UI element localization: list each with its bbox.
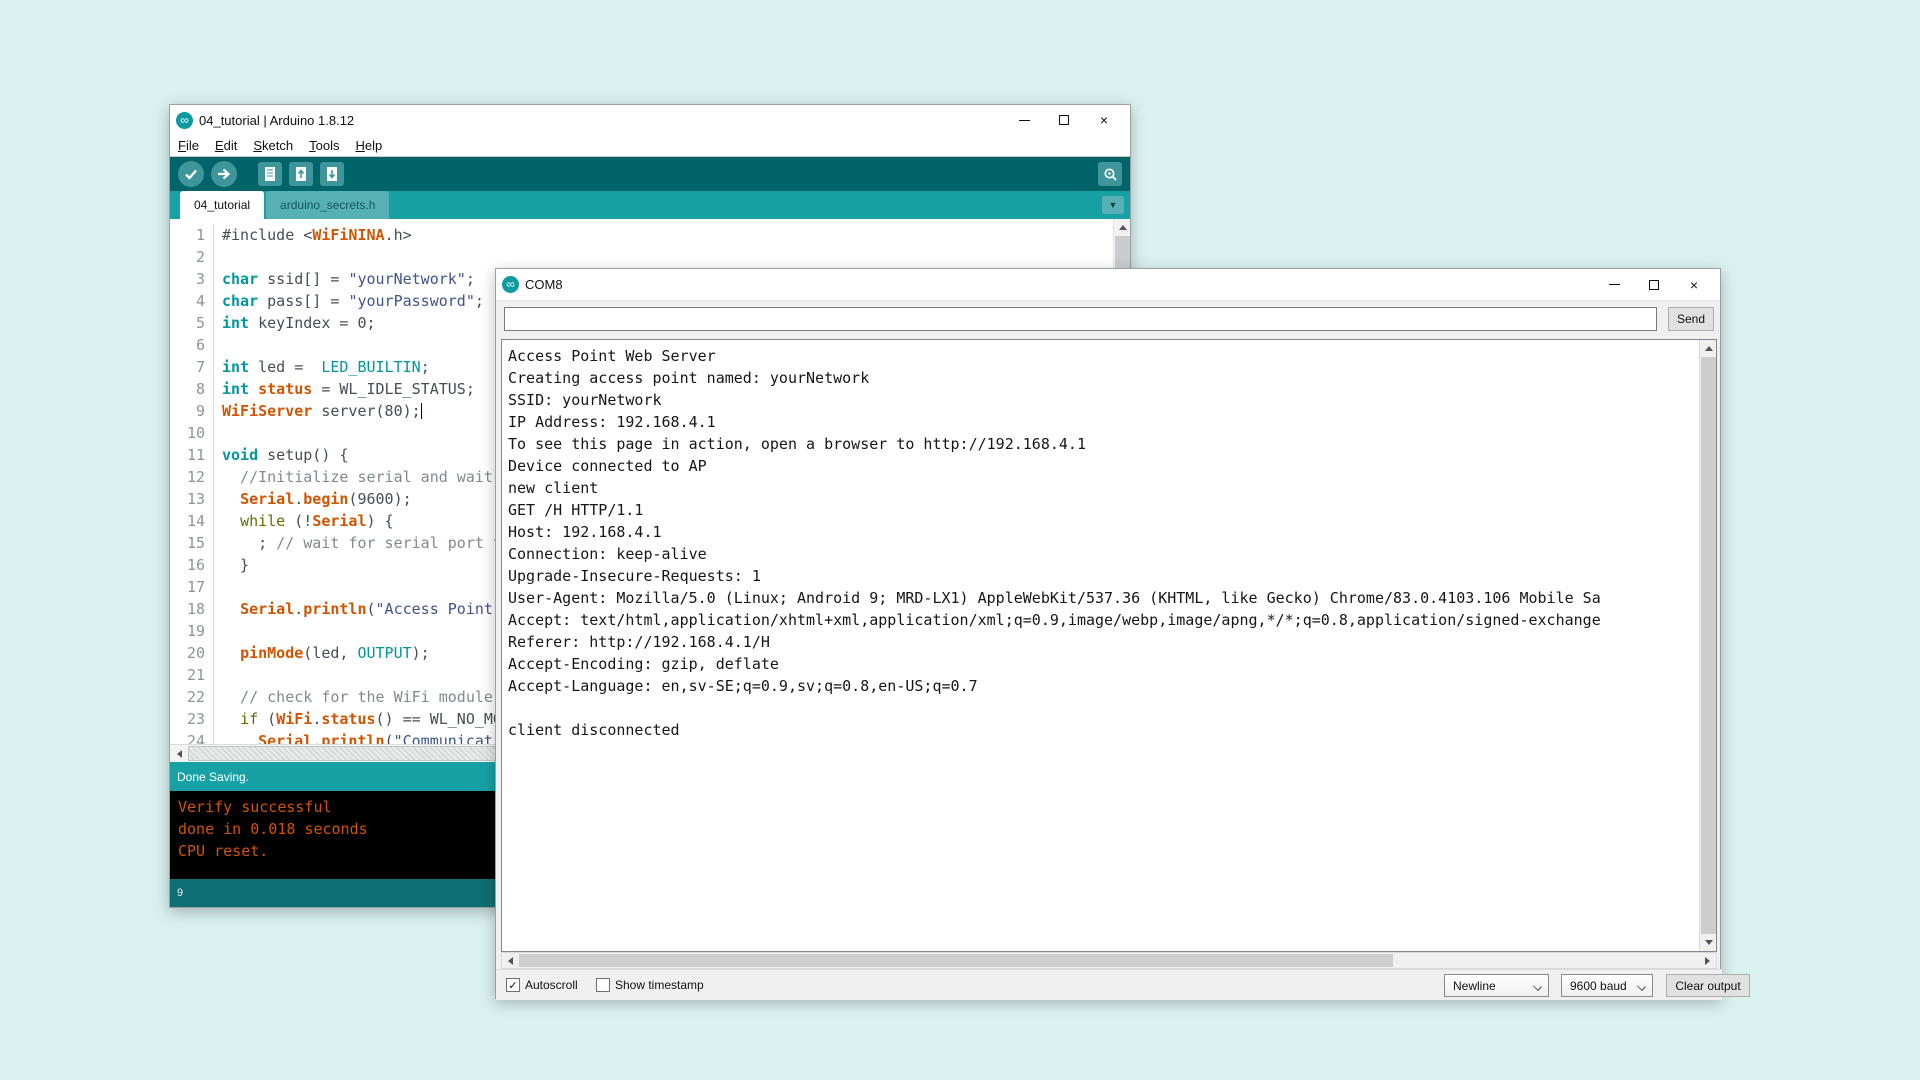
tab-list-dropdown-button[interactable]: ▼ (1102, 196, 1124, 214)
serial-monitor-button[interactable] (1098, 162, 1122, 186)
show-timestamp-checkbox[interactable]: Show timestamp (596, 978, 704, 992)
serial-output-area: Access Point Web ServerCreating access p… (501, 339, 1717, 952)
menu-file[interactable]: File (178, 138, 199, 153)
arrow-right-icon (217, 167, 231, 181)
serial-output-line: Upgrade-Insecure-Requests: 1 (508, 565, 1693, 587)
ide-toolbar (170, 157, 1130, 191)
tab-arduino-secrets[interactable]: arduino_secrets.h (266, 191, 389, 219)
code-line: 2 (170, 246, 1113, 268)
menu-tools[interactable]: Tools (309, 138, 339, 153)
serial-output-line: Accept-Encoding: gzip, deflate (508, 653, 1693, 675)
maximize-button[interactable] (1044, 105, 1084, 135)
serial-send-input[interactable] (504, 307, 1657, 331)
serial-output-line: To see this page in action, open a brows… (508, 433, 1693, 455)
serial-horizontal-scrollbar[interactable] (501, 952, 1717, 969)
serial-output-line: User-Agent: Mozilla/5.0 (Linux; Android … (508, 587, 1693, 609)
serial-output-line: GET /H HTTP/1.1 (508, 499, 1693, 521)
serial-output-line: new client (508, 477, 1693, 499)
verify-button[interactable] (178, 161, 204, 187)
arduino-logo-icon: ∞ (502, 276, 519, 293)
tab-04-tutorial[interactable]: 04_tutorial (180, 191, 264, 219)
serial-titlebar[interactable]: ∞ COM8 × (496, 269, 1720, 301)
menu-sketch[interactable]: Sketch (253, 138, 293, 153)
clear-output-button[interactable]: Clear output (1666, 974, 1750, 997)
serial-output-line: Referer: http://192.168.4.1/H (508, 631, 1693, 653)
checkbox-unchecked-icon[interactable] (596, 978, 610, 992)
open-button[interactable] (289, 162, 313, 186)
serial-output-line: Device connected to AP (508, 455, 1693, 477)
scroll-up-arrow-icon[interactable] (1114, 219, 1130, 236)
serial-output-line: SSID: yourNetwork (508, 389, 1693, 411)
menu-help[interactable]: Help (355, 138, 382, 153)
send-button[interactable]: Send (1668, 307, 1714, 331)
serial-close-button[interactable]: × (1674, 269, 1714, 300)
serial-hscroll-thumb[interactable] (519, 954, 1393, 967)
text-cursor (421, 403, 422, 419)
upload-button[interactable] (211, 161, 237, 187)
serial-vertical-scrollbar[interactable] (1699, 340, 1716, 951)
ide-window-title: 04_tutorial | Arduino 1.8.12 (199, 113, 1004, 128)
scroll-right-arrow-icon[interactable] (1699, 953, 1716, 968)
scroll-up-arrow-icon[interactable] (1700, 340, 1717, 357)
ide-titlebar[interactable]: ∞ 04_tutorial | Arduino 1.8.12 × (170, 105, 1130, 135)
serial-maximize-button[interactable] (1634, 269, 1674, 300)
minimize-button[interactable] (1004, 105, 1044, 135)
baud-rate-dropdown[interactable]: 9600 baud (1561, 974, 1653, 997)
serial-output-line: IP Address: 192.168.4.1 (508, 411, 1693, 433)
magnifier-icon (1103, 167, 1118, 182)
serial-output-line: Creating access point named: yourNetwork (508, 367, 1693, 389)
close-button[interactable]: × (1084, 105, 1124, 135)
serial-vscroll-thumb[interactable] (1701, 357, 1716, 934)
serial-minimize-button[interactable] (1594, 269, 1634, 300)
serial-monitor-window: ∞ COM8 × Send Access Point Web ServerCre… (495, 268, 1721, 999)
upload-document-icon (294, 166, 308, 182)
check-icon (184, 167, 198, 181)
code-line: 1#include <WiFiNINA.h> (170, 224, 1113, 246)
chevron-down-icon (1533, 982, 1542, 991)
serial-output-line: client disconnected (508, 719, 1693, 741)
serial-output-line: Access Point Web Server (508, 345, 1693, 367)
arduino-logo-icon: ∞ (176, 112, 193, 129)
serial-output-line: Host: 192.168.4.1 (508, 521, 1693, 543)
new-sketch-button[interactable] (258, 162, 282, 186)
download-document-icon (325, 166, 339, 182)
line-ending-dropdown[interactable]: Newline (1444, 974, 1549, 997)
autoscroll-checkbox[interactable]: ✓ Autoscroll (506, 978, 578, 992)
serial-output-line: Accept: text/html,application/xhtml+xml,… (508, 609, 1693, 631)
checkbox-checked-icon[interactable]: ✓ (506, 978, 520, 992)
scroll-down-arrow-icon[interactable] (1700, 934, 1717, 951)
scroll-left-arrow-icon[interactable] (170, 745, 188, 762)
serial-bottom-bar: ✓ Autoscroll Show timestamp Newline 9600… (496, 969, 1722, 1000)
menu-edit[interactable]: Edit (215, 138, 237, 153)
serial-output-line: Accept-Language: en,sv-SE;q=0.9,sv;q=0.8… (508, 675, 1693, 697)
scroll-left-arrow-icon[interactable] (502, 953, 519, 968)
document-icon (263, 166, 277, 182)
ide-tabstrip: 04_tutorial arduino_secrets.h ▼ (170, 191, 1130, 219)
serial-output-line (508, 697, 1693, 719)
serial-window-title: COM8 (525, 277, 1594, 292)
serial-output-line: Connection: keep-alive (508, 543, 1693, 565)
chevron-down-icon (1637, 982, 1646, 991)
serial-output-lines: Access Point Web ServerCreating access p… (502, 343, 1699, 743)
save-button[interactable] (320, 162, 344, 186)
ide-menubar: File Edit Sketch Tools Help (170, 135, 1130, 157)
